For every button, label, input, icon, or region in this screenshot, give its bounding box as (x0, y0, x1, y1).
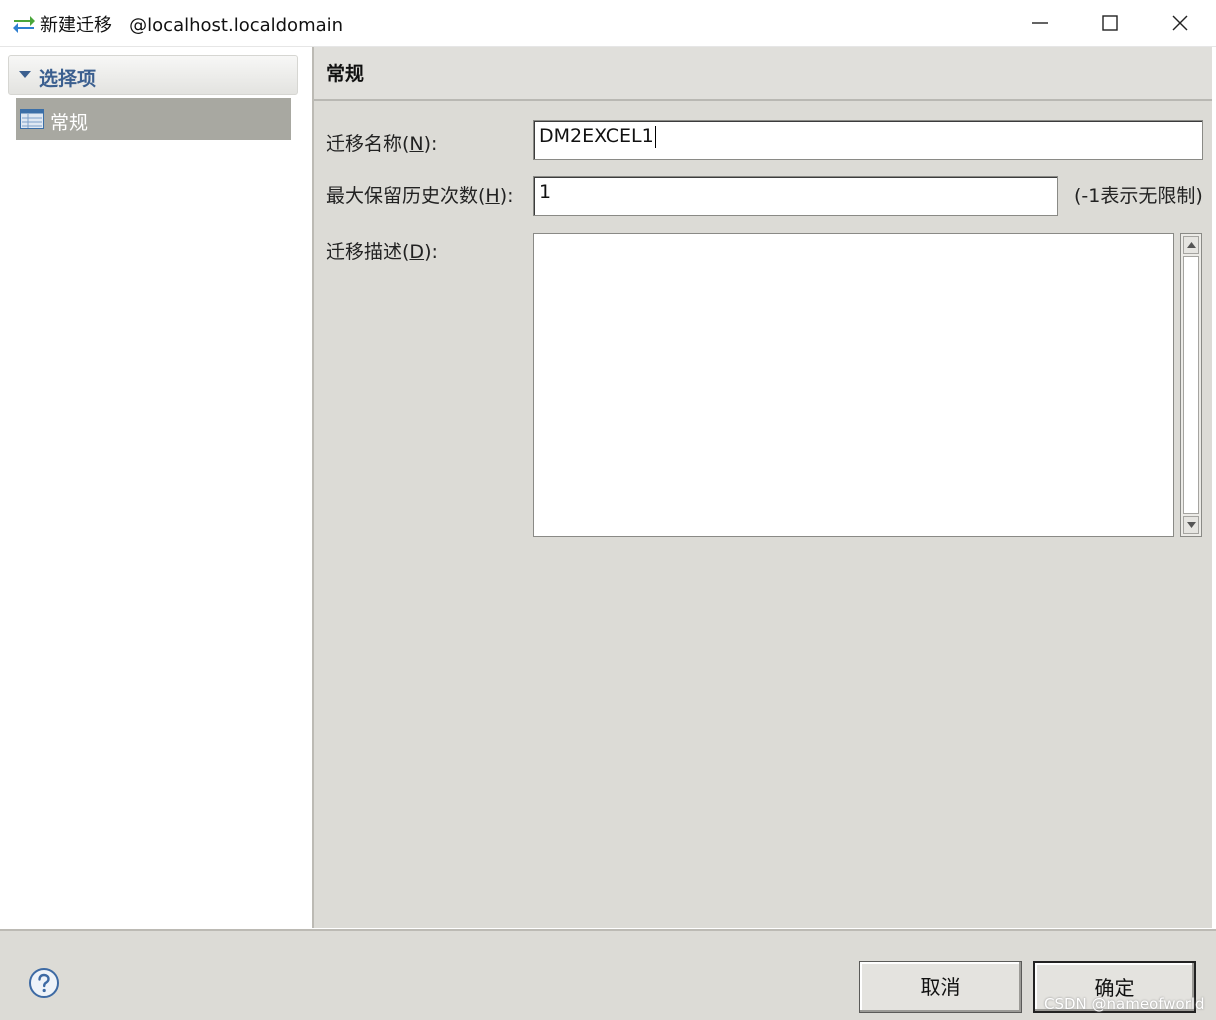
text-caret (654, 125, 656, 148)
minimize-button[interactable] (1005, 0, 1075, 46)
tree-header-label: 选择项 (39, 68, 97, 90)
options-tree-panel: 选择项 常规 (0, 47, 314, 928)
scroll-down-button[interactable] (1183, 516, 1199, 534)
window-host-text: @localhost.localdomain (129, 15, 344, 36)
tree-item-general[interactable]: 常规 (16, 98, 291, 140)
minimize-icon (1032, 22, 1048, 24)
section-header: 常规 (314, 47, 1214, 101)
migration-name-mnemonic: N (409, 133, 424, 155)
collapse-arrow-icon[interactable] (19, 71, 31, 79)
tree-item-label: 常规 (50, 112, 89, 134)
max-history-label-suffix: ): (499, 185, 514, 207)
scroll-down-arrow-icon (1187, 522, 1196, 528)
scroll-up-arrow-icon (1187, 242, 1196, 248)
description-label-suffix: ): (424, 241, 438, 263)
max-history-hint: (-1表示无限制) (1074, 185, 1203, 207)
migration-app-icon (13, 16, 35, 33)
scroll-track[interactable] (1183, 256, 1199, 514)
window-title: 新建迁移 @localhost.localdomain (40, 11, 343, 37)
migration-name-value: DM2EXCEL1 (539, 125, 654, 147)
max-history-label: 最大保留历史次数(H): (326, 181, 514, 208)
maximize-button[interactable] (1075, 0, 1145, 46)
general-settings-panel: 常规 迁移名称(N): DM2EXCEL1 最大保留历史次数(H): 1 (-1… (314, 47, 1216, 928)
help-icon[interactable] (28, 967, 60, 999)
max-history-mnemonic: H (485, 185, 500, 207)
scroll-up-button[interactable] (1183, 236, 1199, 254)
close-icon (1172, 15, 1188, 31)
section-title: 常规 (326, 63, 365, 85)
migration-name-label-suffix: ): (423, 133, 438, 155)
max-history-label-text: 最大保留历史次数( (326, 185, 486, 207)
description-scrollbar[interactable] (1180, 233, 1202, 537)
migration-name-label: 迁移名称(N): (326, 129, 437, 156)
watermark: CSDN @nameofworld (1044, 995, 1205, 1013)
close-button[interactable] (1145, 0, 1215, 46)
title-bar: 新建迁移 @localhost.localdomain (0, 0, 1216, 47)
migration-name-label-text: 迁移名称( (326, 133, 410, 155)
dialog-footer: 取消 确定 CSDN @nameofworld (0, 929, 1216, 1020)
tree-header-select-options[interactable]: 选择项 (8, 55, 298, 95)
cancel-button[interactable]: 取消 (859, 961, 1022, 1013)
max-history-input[interactable]: 1 (533, 176, 1058, 216)
window-title-text: 新建迁移 (40, 15, 112, 36)
migration-name-input[interactable]: DM2EXCEL1 (533, 120, 1203, 160)
window-edge (1212, 47, 1216, 1020)
max-history-value: 1 (539, 181, 552, 203)
maximize-icon (1102, 15, 1118, 31)
table-icon (20, 109, 44, 129)
description-mnemonic: D (409, 241, 425, 263)
description-label: 迁移描述(D): (326, 237, 438, 264)
description-label-text: 迁移描述( (326, 241, 410, 263)
description-textarea[interactable] (533, 233, 1174, 537)
